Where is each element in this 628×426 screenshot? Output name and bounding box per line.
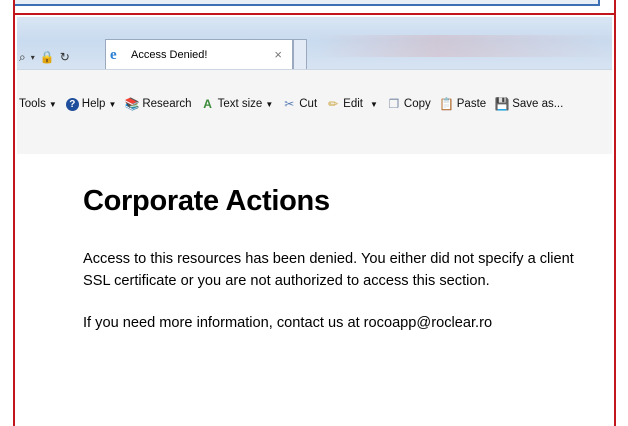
tools-label: Tools xyxy=(19,98,46,110)
help-menu[interactable]: ? Help ▼ xyxy=(65,97,117,111)
page-content: Corporate Actions Access to this resourc… xyxy=(17,154,612,426)
browser-chrome: ⌕ ▾ 🔒 ↻ e Access Denied! × xyxy=(17,17,617,69)
paste-button[interactable]: 📋 Paste xyxy=(439,97,487,111)
help-label: Help xyxy=(81,98,106,110)
screenshot-frame-right xyxy=(614,0,628,426)
screenshot-frame-left xyxy=(0,0,15,426)
tools-menu[interactable]: Tools ▼ xyxy=(19,98,57,110)
address-bar-tools: ⌕ ▾ 🔒 ↻ xyxy=(19,47,70,67)
pencil-icon: ✏ xyxy=(328,97,339,111)
cut-button[interactable]: ✂ Cut xyxy=(282,97,317,111)
lock-icon[interactable]: 🔒 xyxy=(40,50,55,64)
close-icon[interactable]: × xyxy=(274,47,282,62)
tab-access-denied[interactable]: e Access Denied! × xyxy=(105,39,293,69)
search-icon[interactable]: ⌕ xyxy=(19,50,26,65)
chevron-down-icon: ▼ xyxy=(48,99,57,109)
paste-label: Paste xyxy=(456,98,487,110)
text-size-icon: A xyxy=(203,97,212,111)
research-button[interactable]: 📚 Research xyxy=(124,97,192,111)
chevron-down-icon: ▼ xyxy=(108,99,117,109)
text-size-label: Text size xyxy=(217,98,263,110)
scissors-icon: ✂ xyxy=(284,97,295,111)
edit-menu[interactable]: ✏ Edit ▼ xyxy=(326,97,378,111)
save-as-label: Save as... xyxy=(512,98,564,110)
save-as-button[interactable]: 💾 Save as... xyxy=(494,97,564,111)
copy-icon: ❐ xyxy=(388,97,400,111)
copy-label: Copy xyxy=(403,98,431,110)
chevron-down-icon: ▼ xyxy=(265,99,274,109)
research-label: Research xyxy=(142,98,192,110)
page-title: Corporate Actions xyxy=(83,185,330,217)
cut-label: Cut xyxy=(299,98,318,110)
dropdown-icon[interactable]: ▾ xyxy=(31,53,35,62)
command-bar: Tools ▼ ? Help ▼ 📚 Research A Text size ▼ ✂ Cut… xyxy=(17,69,612,155)
copy-button[interactable]: ❐ Copy xyxy=(387,97,431,111)
refresh-icon[interactable]: ↻ xyxy=(60,50,70,64)
chrome-glow xyxy=(317,35,617,57)
research-icon: 📚 xyxy=(124,97,140,111)
ie-icon: e xyxy=(110,46,117,63)
clipboard-icon: 📋 xyxy=(439,97,455,111)
save-icon: 💾 xyxy=(494,97,510,111)
help-icon: ? xyxy=(65,97,79,111)
new-tab-button[interactable] xyxy=(293,39,307,69)
text-size-menu[interactable]: A Text size ▼ xyxy=(201,97,274,111)
edit-label: Edit xyxy=(343,98,363,110)
access-denied-message: Access to this resources has been denied… xyxy=(83,251,574,289)
window-edge xyxy=(0,0,600,6)
tab-title: Access Denied! xyxy=(131,48,208,61)
chevron-down-icon: ▼ xyxy=(369,99,378,109)
contact-message: If you need more information, contact us… xyxy=(83,315,493,331)
